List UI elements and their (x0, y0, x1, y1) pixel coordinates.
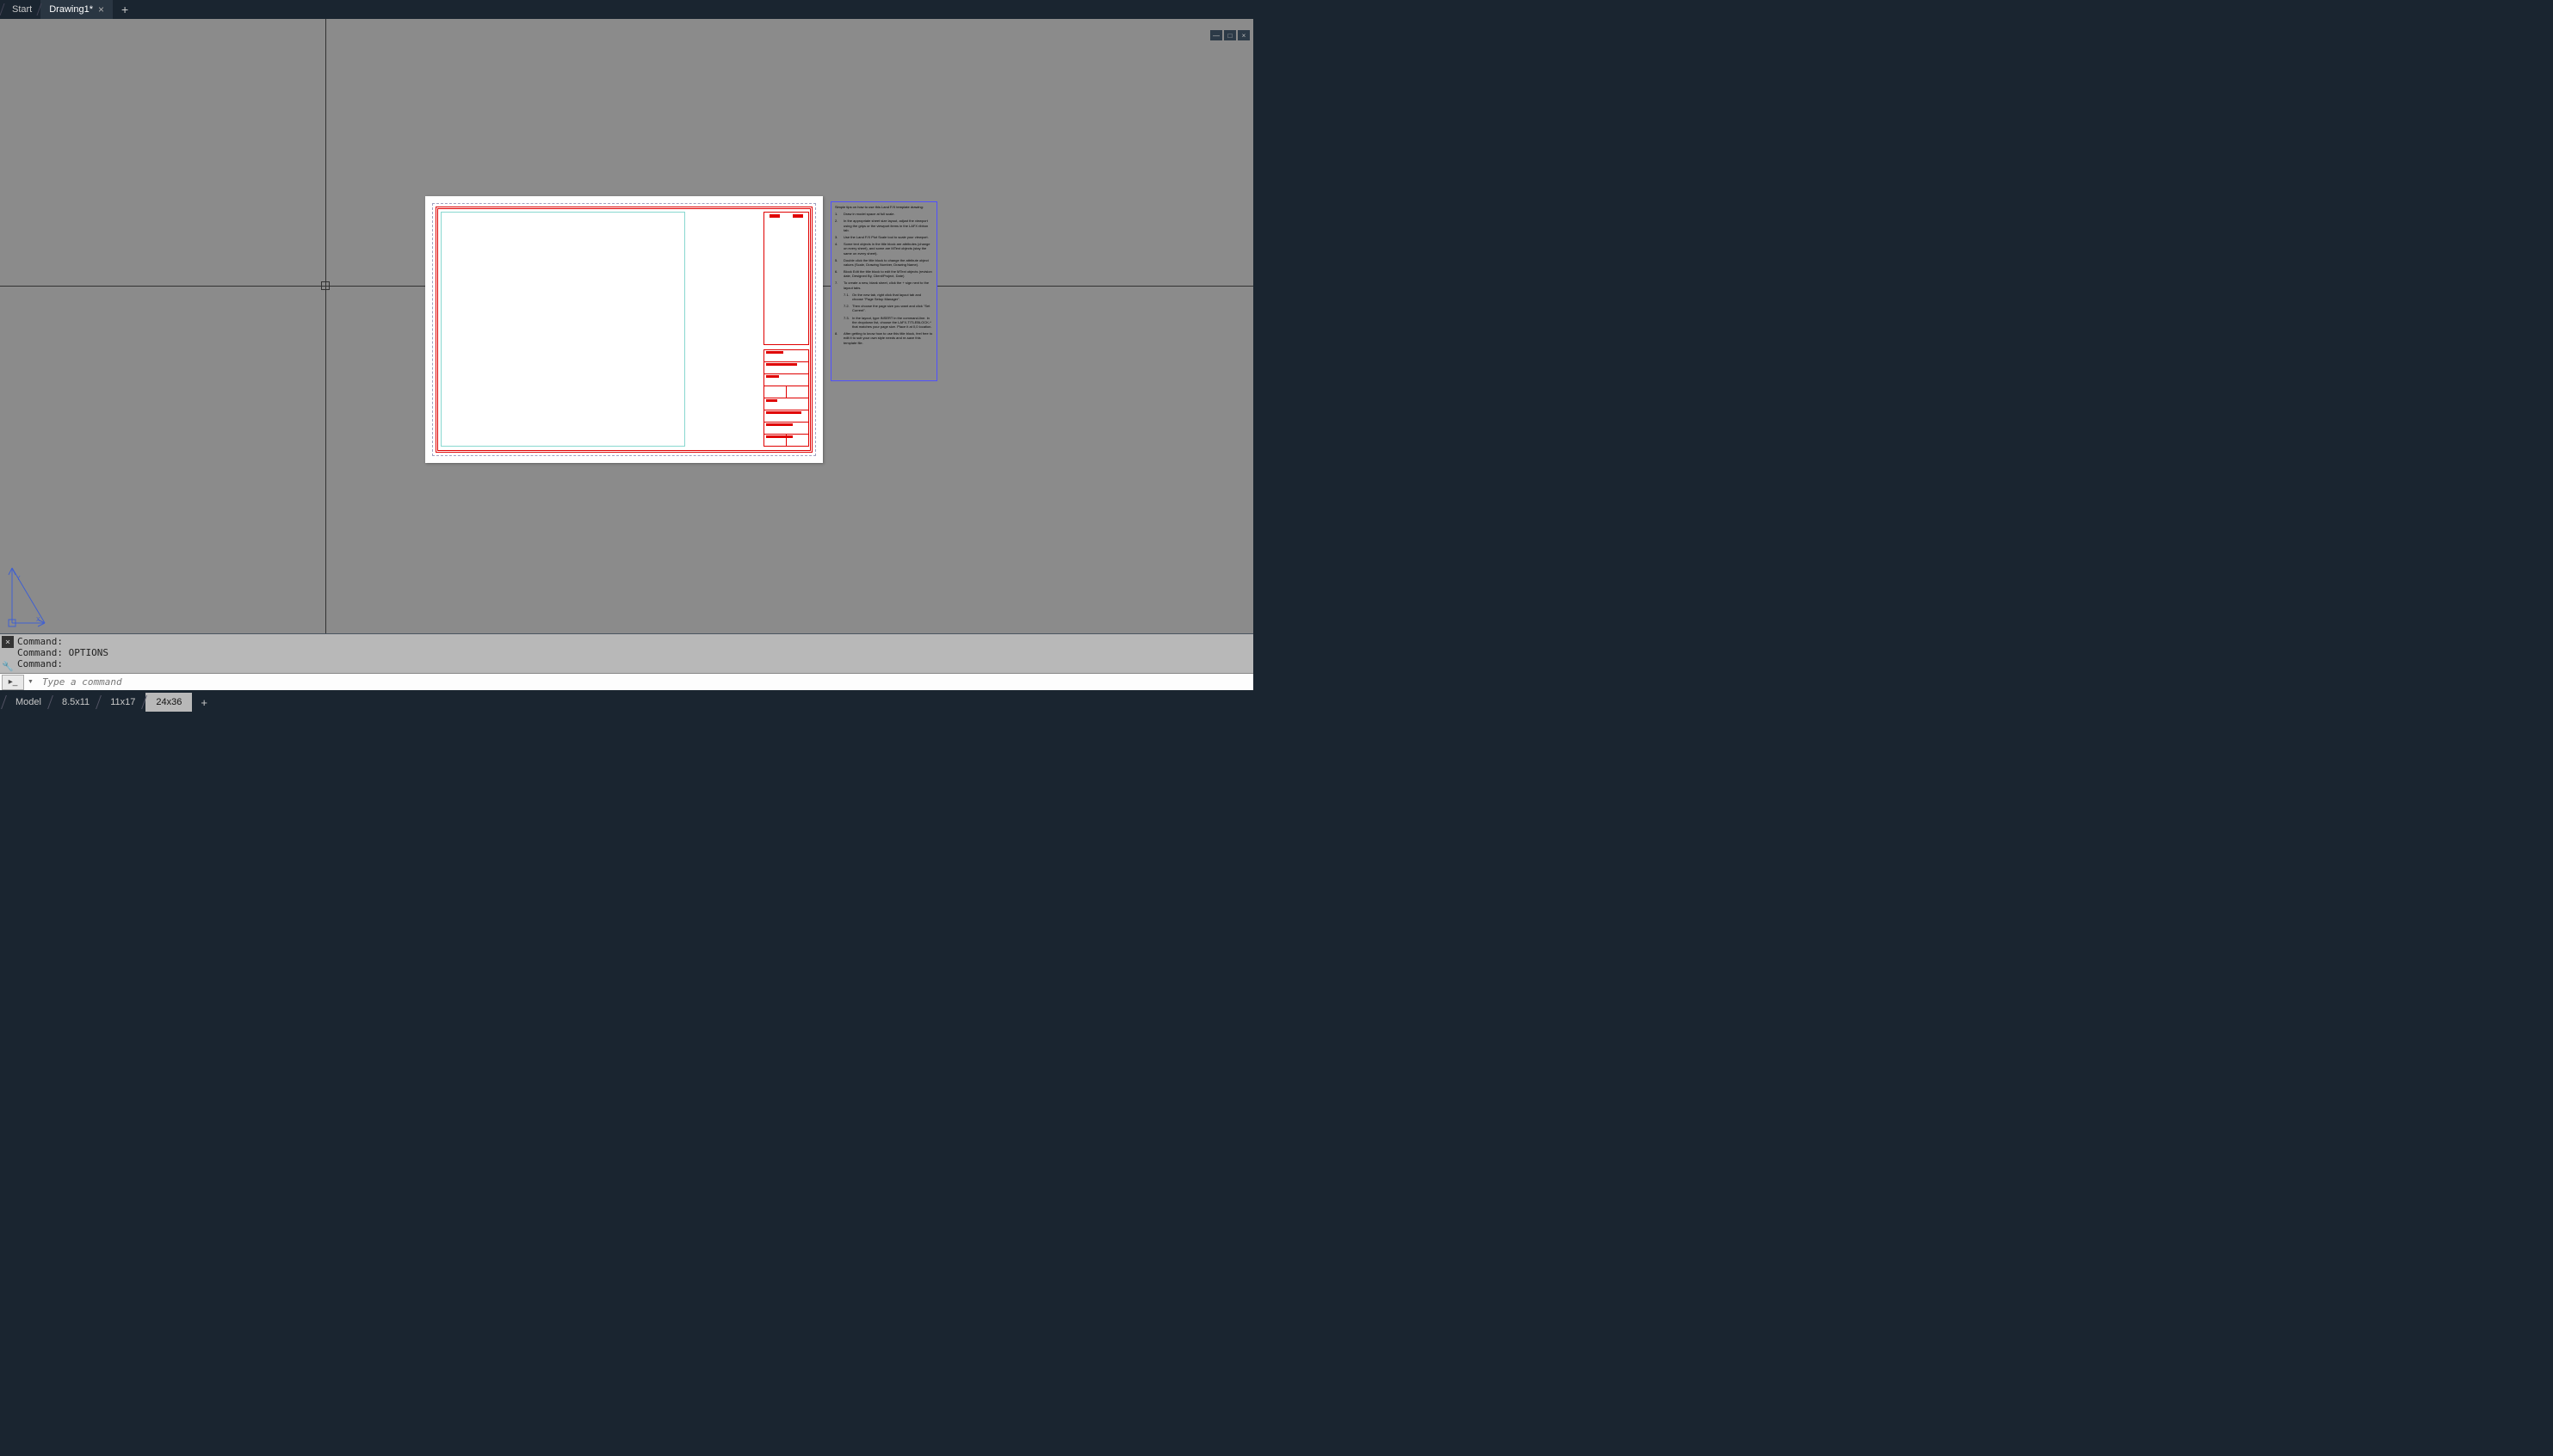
layout-tab-bar: Model 8.5x11 11x17 24x36 + (0, 690, 1253, 714)
command-input-row: ▸_ ▼ (0, 673, 1253, 690)
crosshair-vertical (325, 19, 326, 633)
tip-3: Use the Land F/X Plot Scale tool to scal… (844, 235, 933, 239)
new-tab-button[interactable]: + (113, 3, 137, 16)
title-block-upper (763, 212, 809, 345)
tips-intro: Simple tips on how to use this Land F/X … (835, 205, 933, 209)
layout-tab-label: 8.5x11 (62, 697, 90, 707)
ucs-icon: Y X (7, 565, 46, 628)
template-tips-box[interactable]: Simple tips on how to use this Land F/X … (831, 201, 937, 381)
svg-text:X: X (36, 617, 40, 623)
tip-7-3: In the layout, type INSERT in the comman… (852, 316, 933, 330)
add-layout-button[interactable]: + (192, 696, 216, 709)
title-block-lower (763, 349, 809, 447)
command-history[interactable]: × 🔧 Command: Command: OPTIONS Command: (0, 633, 1253, 673)
crosshair-pickbox (321, 281, 330, 290)
command-input[interactable] (37, 676, 1253, 688)
tab-label: Drawing1* (49, 4, 93, 15)
maximize-button[interactable]: □ (1224, 30, 1236, 40)
layout-tab-label: 24x36 (156, 697, 182, 707)
viewport-window-controls: — □ × (1210, 30, 1250, 40)
tip-7-2: Then choose the page size you want and c… (852, 304, 933, 312)
title-block[interactable] (763, 212, 809, 447)
svg-text:Y: Y (16, 576, 21, 582)
layout-viewport[interactable] (441, 212, 685, 447)
tip-4: Some text objects in the title block are… (844, 242, 933, 256)
layout-tab-label: Model (15, 697, 41, 707)
tip-7: To create a new, blank sheet, click the … (844, 281, 933, 289)
minimize-button[interactable]: — (1210, 30, 1222, 40)
file-tab-bar: Start Drawing1* × + (0, 0, 1253, 19)
chevron-down-icon[interactable]: ▼ (24, 679, 37, 685)
tip-2: In the appropriate sheet size layout, ad… (844, 219, 933, 232)
tip-5: Double click the title block to change t… (844, 258, 933, 267)
tab-drawing1[interactable]: Drawing1* × (40, 0, 113, 19)
command-history-line: Command: OPTIONS (17, 647, 1250, 658)
close-button[interactable]: × (1238, 30, 1250, 40)
command-prompt-icon[interactable]: ▸_ (2, 675, 24, 690)
tip-7-1: On the new tab, right click that layout … (852, 293, 933, 301)
layout-tab-label: 11x17 (110, 697, 135, 707)
layout-tab-8-5x11[interactable]: 8.5x11 (52, 693, 100, 712)
paper-sheet[interactable] (425, 196, 823, 463)
tab-label: Start (12, 4, 32, 15)
command-history-line: Command: (17, 636, 1250, 647)
drawing-canvas[interactable]: — □ × Y X (0, 19, 1253, 633)
tip-6: Block Edit the title block to edit the M… (844, 269, 933, 278)
close-icon[interactable]: × (98, 3, 104, 15)
layout-tab-24x36[interactable]: 24x36 (145, 693, 192, 712)
command-line-panel: × 🔧 Command: Command: OPTIONS Command: ▸… (0, 633, 1253, 690)
tip-1: Draw in model space at full scale. (844, 212, 933, 216)
close-icon[interactable]: × (2, 636, 14, 648)
tab-start[interactable]: Start (3, 0, 40, 19)
command-history-line: Command: (17, 658, 1250, 669)
wrench-icon[interactable]: 🔧 (2, 660, 14, 672)
tip-8: After getting to know how to use this ti… (844, 331, 933, 345)
layout-tab-11x17[interactable]: 11x17 (100, 693, 145, 712)
layout-tab-model[interactable]: Model (5, 693, 52, 712)
